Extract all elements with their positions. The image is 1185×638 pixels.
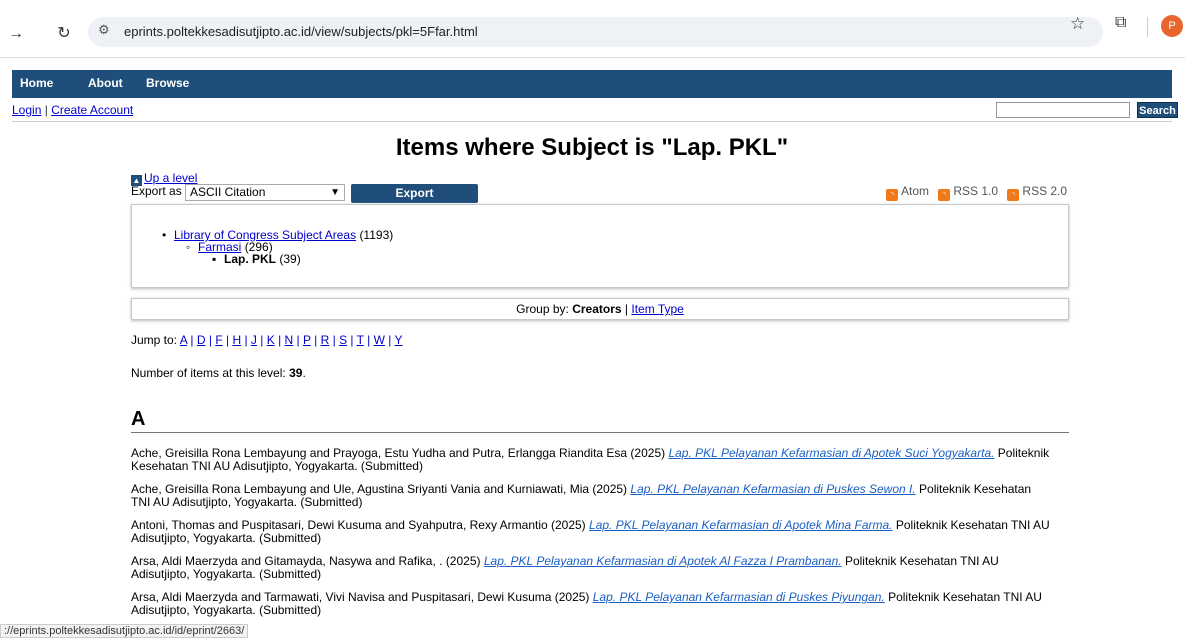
export-format-value: ASCII Citation [190,185,266,199]
jump-separator: | [310,333,321,347]
toolbar-divider [1147,17,1148,37]
search-button[interactable]: Search [1137,102,1178,118]
group-by-creators: Creators [572,302,622,316]
jump-letter-link[interactable]: K [267,333,275,347]
jump-separator: | [347,333,357,347]
jump-letters: A | D | F | H | J | K | N | P | R | S | … [180,333,403,347]
group-by-separator: | [624,302,629,316]
jump-separator: | [241,333,251,347]
jump-to-bar: Jump to: A | D | F | H | J | K | N | P |… [131,333,403,347]
section-heading: A [131,408,1069,433]
item-count-value: 39 [289,366,303,380]
jump-separator: | [293,333,303,347]
citation-title-link[interactable]: Lap. PKL Pelayanan Kefarmasian di Puskes… [593,590,885,604]
site-settings-icon[interactable]: ⚙ [98,22,110,38]
feed-links: ◝ Atom ◝ RSS 1.0 ◝ RSS 2.0 [880,184,1067,201]
rss2-feed-icon[interactable]: ◝ [1007,189,1020,201]
menu-browse[interactable]: Browse [146,76,189,90]
extensions-icon[interactable]: ⧉ [1115,14,1126,32]
search-input[interactable] [996,102,1130,118]
citation-item: Arsa, Aldi Maerzyda and Tarmawati, Vivi … [131,591,1051,617]
reload-icon[interactable]: ↻ [52,22,76,46]
citation-authors: Ache, Greisilla Rona Lembayung and Prayo… [131,446,669,460]
jump-letter-link[interactable]: Y [394,333,402,347]
jump-separator: | [363,333,374,347]
export-row: Export as ASCII Citation ▼ Export [131,184,478,203]
tree-item-root: • Library of Congress Subject Areas (1193… [162,229,1068,241]
citation-item: Ache, Greisilla Rona Lembayung and Prayo… [131,447,1051,473]
browser-toolbar: → ↻ ⚙ eprints.poltekkesadisutjipto.ac.id… [0,10,1185,50]
item-count: Number of items at this level: 39. [131,366,306,380]
browser-chrome: → ↻ ⚙ eprints.poltekkesadisutjipto.ac.id… [0,0,1185,66]
item-count-label: Number of items at this level: [131,366,286,380]
rss1-link[interactable]: RSS 1.0 [953,184,998,198]
jump-letter-link[interactable]: W [374,333,385,347]
rss1-feed-icon[interactable]: ◝ [938,189,951,201]
url-text[interactable]: eprints.poltekkesadisutjipto.ac.id/view/… [124,24,478,39]
bullet-disc: • [162,228,167,242]
jump-separator: | [187,333,197,347]
up-level-link[interactable]: Up a level [144,171,197,185]
address-bar[interactable]: ⚙ eprints.poltekkesadisutjipto.ac.id/vie… [88,17,1103,47]
menu-about[interactable]: About [88,76,123,90]
chrome-divider [0,57,1185,58]
citation-title-link[interactable]: Lap. PKL Pelayanan Kefarmasian di Apotek… [668,446,994,460]
jump-letter-link[interactable]: N [285,333,294,347]
jump-letter-link[interactable]: P [303,333,311,347]
bookmark-star-icon[interactable]: ☆ [1070,14,1085,34]
jump-letter-link[interactable]: H [232,333,241,347]
tree-current-leaf: Lap. PKL [224,252,277,266]
jump-separator: | [205,333,216,347]
item-count-period: . [302,366,306,380]
site-menu-bar: Home About Browse [12,70,1172,98]
jump-label: Jump to: [131,333,178,347]
jump-separator: | [256,333,267,347]
citation-item: Arsa, Aldi Maerzyda and Gitamayda, Nasyw… [131,555,1051,581]
create-account-link[interactable]: Create Account [51,103,133,117]
citation-title-link[interactable]: Lap. PKL Pelayanan Kefarmasian di Puskes… [630,482,915,496]
chevron-down-icon: ▼ [330,187,340,198]
page-title: Items where Subject is "Lap. PKL" [395,134,789,161]
login-link[interactable]: Login [12,103,41,117]
group-by-label: Group by: [516,302,569,316]
jump-letter-link[interactable]: A [180,333,187,347]
tree-item-leaf: ▪ Lap. PKL (39) [162,253,1068,265]
export-label: Export as [131,184,182,198]
citation-authors: Antoni, Thomas and Puspitasari, Dewi Kus… [131,518,590,532]
jump-letter-link[interactable]: R [321,333,330,347]
citation-authors: Arsa, Aldi Maerzyda and Gitamayda, Nasyw… [131,554,484,568]
group-by-bar: Group by: Creators | Item Type [131,298,1069,320]
jump-separator: | [222,333,233,347]
menu-home[interactable]: Home [20,76,53,90]
rss2-link[interactable]: RSS 2.0 [1022,184,1067,198]
citation-title-link[interactable]: Lap. PKL Pelayanan Kefarmasian di Apotek… [484,554,842,568]
profile-avatar[interactable]: P [1161,15,1183,37]
citation-authors: Ache, Greisilla Rona Lembayung and Ule, … [131,482,631,496]
jump-letter-link[interactable]: T [357,333,364,347]
export-format-select[interactable]: ASCII Citation ▼ [185,184,345,201]
account-separator: | [44,103,48,117]
atom-feed-icon[interactable]: ◝ [886,189,898,201]
citation-title-link[interactable]: Lap. PKL Pelayanan Kefarmasian di Apotek… [589,518,893,532]
jump-separator: | [329,333,340,347]
bullet-circle: ◦ [186,240,191,254]
jump-separator: | [274,333,285,347]
citation-list: Ache, Greisilla Rona Lembayung and Prayo… [131,447,1051,627]
tree-count-root: (1193) [359,228,394,242]
export-button[interactable]: Export [351,184,478,203]
account-bar: Login | Create Account Search [12,98,1178,122]
citation-item: Antoni, Thomas and Puspitasari, Dewi Kus… [131,519,1051,545]
jump-letter-link[interactable]: S [339,333,347,347]
tree-count-leaf: (39) [279,252,301,266]
atom-link[interactable]: Atom [901,184,929,198]
subject-tree: • Library of Congress Subject Areas (1193… [131,204,1069,288]
group-by-item-type-link[interactable]: Item Type [631,302,683,316]
citation-authors: Arsa, Aldi Maerzyda and Tarmawati, Vivi … [131,590,593,604]
citation-item: Ache, Greisilla Rona Lembayung and Ule, … [131,483,1051,509]
forward-icon[interactable]: → [4,22,28,46]
status-bar-url: ://eprints.poltekkesadisutjipto.ac.id/id… [0,624,249,638]
jump-letter-link[interactable]: D [197,333,206,347]
jump-letter-link[interactable]: F [215,333,222,347]
bullet-square: ▪ [212,252,217,266]
